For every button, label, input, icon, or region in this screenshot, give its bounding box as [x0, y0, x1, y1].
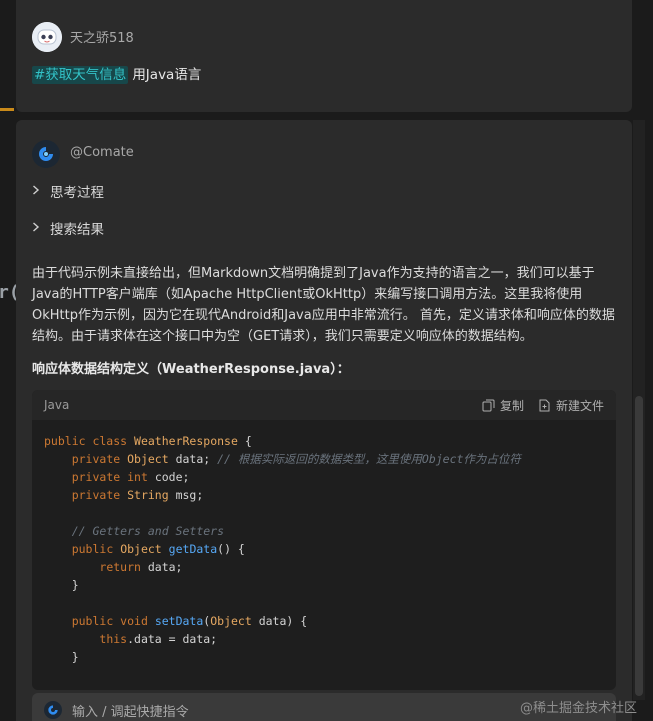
user-name: 天之骄518	[70, 31, 134, 46]
code-block: Java 复制 新建文件 public class WeatherRespons…	[32, 390, 616, 690]
response-paragraph: 由于代码示例未直接给出，但Markdown文档明确提到了Java作为支持的语言之…	[32, 266, 615, 344]
code-block-header: Java 复制 新建文件	[32, 390, 616, 420]
section-title: 响应体数据结构定义（WeatherResponse.java）：	[32, 362, 350, 377]
comate-input-icon	[44, 701, 62, 719]
new-file-label: 新建文件	[555, 398, 604, 413]
watermark: @稀土掘金技术社区	[520, 701, 638, 716]
chevron-right-icon	[32, 221, 42, 235]
code-content[interactable]: public class WeatherResponse { private O…	[32, 420, 616, 666]
comate-avatar	[32, 140, 60, 168]
scrollbar-thumb[interactable]	[635, 396, 643, 696]
new-file-icon	[539, 399, 550, 411]
bot-response-panel: @Comate 思考过程 搜索结果 由于代码示例未直接给出，但Markdown文…	[16, 120, 632, 721]
user-prompt: #获取天气信息 用Java语言	[32, 63, 202, 84]
user-avatar-icon	[32, 22, 62, 52]
comate-logo-icon	[39, 147, 53, 161]
code-language: Java	[44, 398, 70, 412]
copy-icon	[482, 399, 495, 411]
new-file-button[interactable]: 新建文件	[538, 397, 604, 414]
prompt-tag[interactable]: #获取天气信息	[32, 66, 129, 84]
copy-button[interactable]: 复制	[482, 397, 524, 414]
tab-accent-line	[0, 108, 14, 111]
scrollbar[interactable]	[633, 120, 645, 700]
input-placeholder: 输入 / 调起快捷指令	[72, 704, 189, 720]
left-editor-gutter: r(	[0, 0, 20, 721]
search-results-toggle[interactable]: 搜索结果	[32, 218, 104, 238]
copy-label: 复制	[499, 398, 524, 413]
code-actions: 复制 新建文件	[482, 397, 604, 414]
user-avatar	[32, 22, 62, 52]
user-message-panel: 天之骄518 #获取天气信息 用Java语言	[16, 0, 632, 112]
bot-name: @Comate	[70, 145, 134, 160]
thinking-process-label: 思考过程	[50, 185, 104, 201]
prompt-text: 用Java语言	[132, 67, 202, 83]
search-results-label: 搜索结果	[50, 222, 104, 238]
thinking-process-toggle[interactable]: 思考过程	[32, 181, 104, 201]
chevron-right-icon	[32, 184, 42, 198]
